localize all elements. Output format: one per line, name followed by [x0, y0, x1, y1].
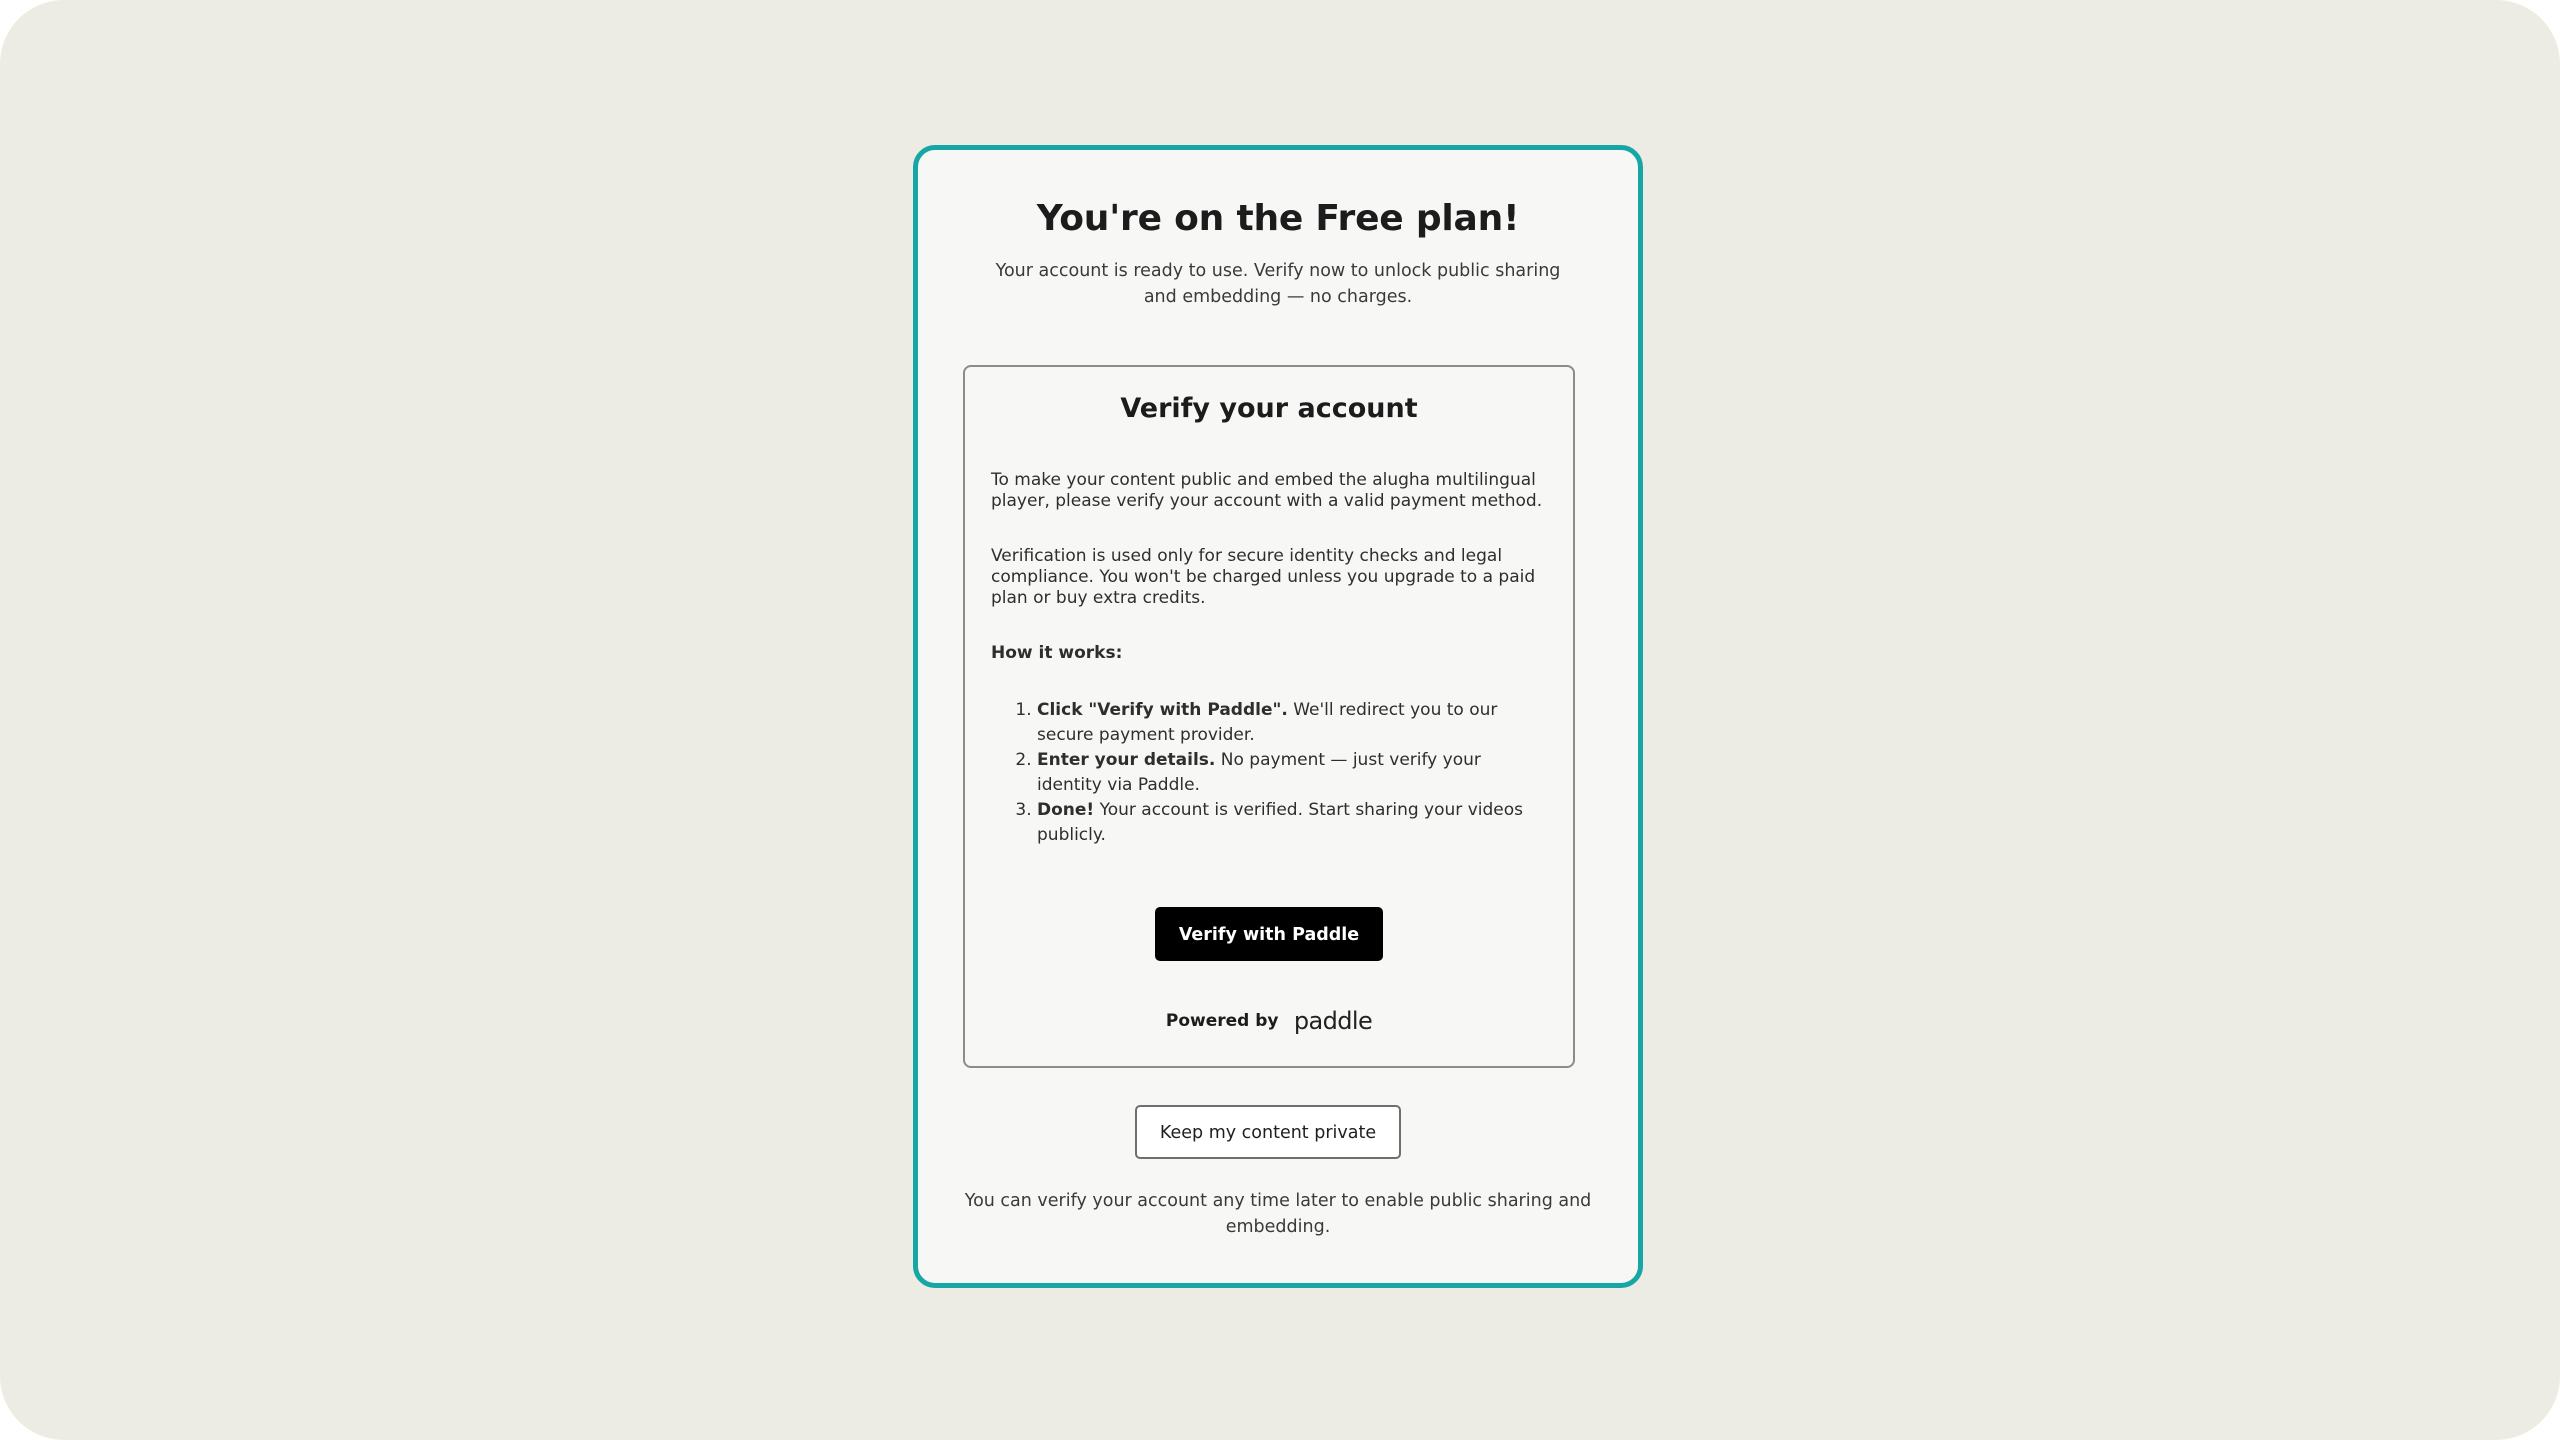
keep-content-private-button[interactable]: Keep my content private: [1135, 1105, 1401, 1159]
step-title: Click "Verify with Paddle".: [1037, 700, 1288, 720]
verify-compliance-paragraph: Verification is used only for secure ide…: [991, 546, 1536, 608]
step-title: Enter your details.: [1037, 750, 1216, 770]
step-item: Done! Your account is verified. Start sh…: [1037, 798, 1549, 848]
step-text: Your account is verified. Start sharing …: [1037, 800, 1523, 845]
verify-card-body: To make your content public and embed th…: [991, 470, 1549, 848]
verify-card-title: Verify your account: [1120, 393, 1418, 424]
free-plan-modal: You're on the Free plan! Your account is…: [913, 145, 1643, 1288]
modal-subtitle: Your account is ready to use. Verify now…: [995, 261, 1561, 307]
verify-with-paddle-button[interactable]: Verify with Paddle: [1155, 907, 1383, 961]
page-backdrop: You're on the Free plan! Your account is…: [0, 0, 2560, 1440]
verify-intro-paragraph: To make your content public and embed th…: [991, 470, 1543, 511]
powered-by-label: Powered by: [1165, 1011, 1279, 1031]
step-item: Click "Verify with Paddle". We'll redire…: [1037, 698, 1549, 748]
how-it-works-label: How it works:: [991, 643, 1123, 663]
steps-list: Click "Verify with Paddle". We'll redire…: [991, 698, 1549, 848]
step-title: Done!: [1037, 800, 1095, 820]
step-item: Enter your details. No payment — just ve…: [1037, 748, 1549, 798]
modal-title: You're on the Free plan!: [1036, 198, 1520, 239]
verify-account-card: Verify your account To make your content…: [963, 365, 1575, 1068]
paddle-logo: paddle: [1293, 1007, 1373, 1035]
footer-note: You can verify your account any time lat…: [964, 1191, 1592, 1237]
powered-by-paddle: Powered by paddle: [965, 1007, 1573, 1035]
